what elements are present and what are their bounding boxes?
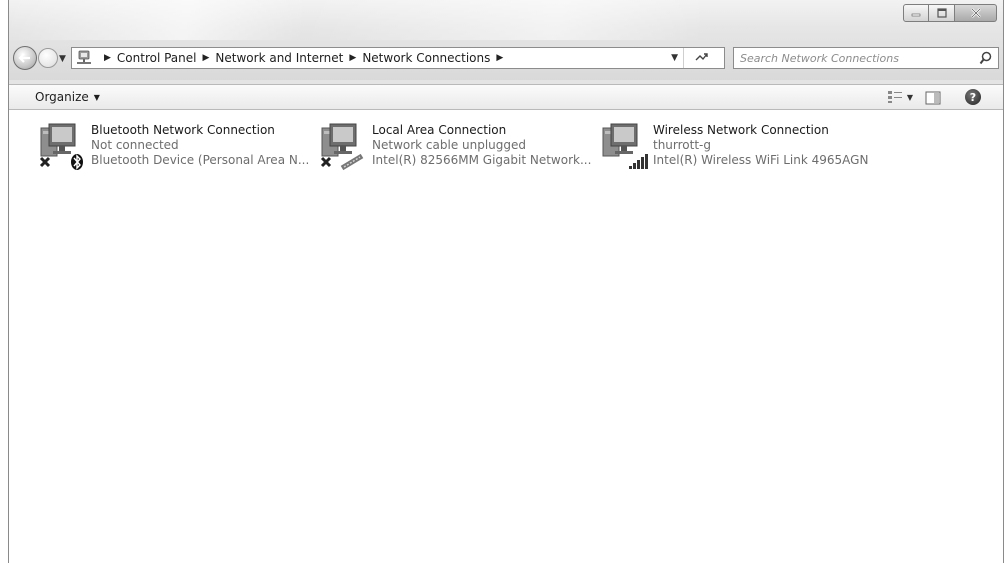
navigation-bar: ▼ ▶ Control Panel ▶ Network and Internet…	[9, 46, 1003, 72]
forward-button[interactable]	[38, 48, 58, 68]
breadcrumb-separator[interactable]: ▶	[104, 53, 111, 63]
connection-device: Intel(R) 82566MM Gigabit Network...	[372, 153, 592, 167]
view-options-icon	[887, 91, 902, 103]
connection-status: Network cable unplugged	[372, 138, 527, 152]
help-icon: ?	[969, 90, 977, 104]
recent-pages-dropdown[interactable]: ▼	[59, 54, 66, 64]
breadcrumb-control-panel[interactable]: Control Panel	[117, 51, 197, 65]
connections-list: Bluetooth Network Connection Not connect…	[9, 110, 1003, 563]
connection-details: Wireless Network Connection thurrott-g I…	[653, 123, 868, 168]
connection-device: Bluetooth Device (Personal Area N...	[91, 153, 310, 167]
back-button[interactable]	[13, 46, 37, 70]
help-button[interactable]: ?	[965, 89, 981, 105]
chevron-down-icon: ▼	[93, 92, 100, 102]
explorer-window: ▼ ▶ Control Panel ▶ Network and Internet…	[8, 0, 1004, 563]
breadcrumb-separator[interactable]: ▶	[203, 53, 210, 63]
search-icon[interactable]	[979, 51, 992, 65]
maximize-icon	[936, 8, 947, 18]
breadcrumb-separator[interactable]: ▶	[496, 53, 503, 63]
address-dropdown[interactable]: ▼	[671, 53, 678, 63]
connection-details: Bluetooth Network Connection Not connect…	[91, 123, 309, 168]
caption-buttons	[903, 4, 997, 22]
refresh-icon	[695, 53, 708, 61]
back-arrow-icon	[18, 53, 30, 63]
address-bar[interactable]: ▶ Control Panel ▶ Network and Internet ▶…	[71, 47, 725, 69]
connection-name: Bluetooth Network Connection	[91, 123, 275, 137]
search-box[interactable]	[733, 47, 999, 69]
network-adapter-icon	[602, 123, 648, 169]
command-bar: Organize ▼ ▼ ?	[9, 84, 1003, 110]
minimize-icon	[911, 13, 921, 17]
connection-name: Wireless Network Connection	[653, 123, 829, 137]
breadcrumb-network-and-internet[interactable]: Network and Internet	[215, 51, 343, 65]
connection-name: Local Area Connection	[372, 123, 507, 137]
connection-status: thurrott-g	[653, 138, 712, 152]
network-adapter-icon	[39, 123, 83, 170]
connection-item-wireless[interactable]: Wireless Network Connection thurrott-g I…	[599, 122, 899, 174]
preview-pane-button[interactable]	[925, 90, 941, 109]
connection-status: Not connected	[91, 138, 179, 152]
network-folder-icon	[77, 50, 91, 64]
close-icon	[970, 8, 981, 18]
organize-menu-button[interactable]: Organize ▼	[35, 90, 100, 104]
preview-pane-icon	[925, 91, 941, 105]
maximize-button[interactable]	[929, 4, 955, 22]
close-button[interactable]	[955, 4, 997, 22]
breadcrumb-separator[interactable]: ▶	[349, 53, 356, 63]
minimize-button[interactable]	[903, 4, 929, 22]
connection-item-local-area[interactable]: Local Area Connection Network cable unpl…	[318, 122, 598, 174]
search-input[interactable]	[740, 50, 960, 66]
breadcrumb-network-connections[interactable]: Network Connections	[362, 51, 490, 65]
connection-device: Intel(R) Wireless WiFi Link 4965AGN	[653, 153, 869, 167]
organize-label: Organize	[35, 90, 89, 104]
network-adapter-icon	[320, 123, 364, 171]
refresh-button[interactable]	[683, 48, 720, 68]
connection-details: Local Area Connection Network cable unpl…	[372, 123, 591, 168]
connection-item-bluetooth[interactable]: Bluetooth Network Connection Not connect…	[37, 122, 317, 174]
chevron-down-icon: ▼	[906, 92, 913, 102]
change-view-button[interactable]: ▼	[887, 90, 913, 104]
